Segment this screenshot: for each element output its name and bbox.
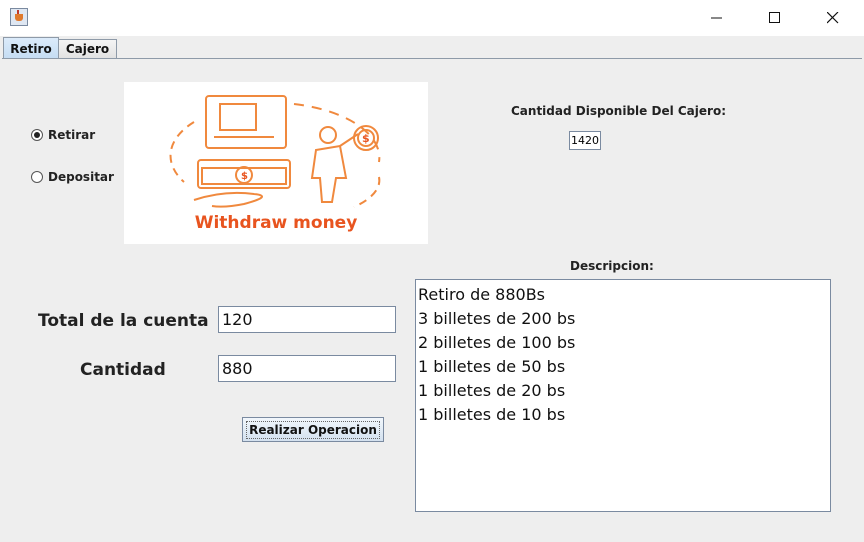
svg-text:$: $ xyxy=(241,171,248,182)
cajero-available-label: Cantidad Disponible Del Cajero: xyxy=(511,104,726,118)
descripcion-label: Descripcion: xyxy=(570,259,654,273)
radio-depositar-indicator xyxy=(31,171,43,183)
cantidad-label: Cantidad xyxy=(80,360,166,380)
tab-cajero[interactable]: Cajero xyxy=(58,39,117,58)
descripcion-line: 1 billetes de 20 bs xyxy=(418,381,566,400)
radio-retirar[interactable]: Retirar xyxy=(31,128,95,142)
descripcion-line: 1 billetes de 50 bs xyxy=(418,357,566,376)
tab-retiro-label: Retiro xyxy=(10,41,52,56)
descripcion-line: Retiro de 880Bs xyxy=(418,285,545,304)
title-bar xyxy=(0,0,864,36)
maximize-icon xyxy=(769,12,780,23)
total-cuenta-label: Total de la cuenta xyxy=(38,311,209,331)
descripcion-line: 3 billetes de 200 bs xyxy=(418,309,576,328)
withdraw-money-image: $ $ Withdraw money xyxy=(124,82,428,244)
descripcion-textarea[interactable]: Retiro de 880Bs 3 billetes de 200 bs 2 b… xyxy=(415,279,831,512)
atm-withdraw-illustration: $ $ Withdraw money xyxy=(169,95,381,233)
tab-cajero-label: Cajero xyxy=(65,42,110,56)
radio-depositar[interactable]: Depositar xyxy=(31,170,114,184)
descripcion-line: 2 billetes de 100 bs xyxy=(418,333,576,352)
descripcion-line: 1 billetes de 10 bs xyxy=(418,405,566,424)
cantidad-field[interactable] xyxy=(218,355,396,382)
radio-depositar-label: Depositar xyxy=(48,170,114,184)
tab-retiro[interactable]: Retiro xyxy=(3,37,59,59)
radio-retirar-indicator xyxy=(31,129,43,141)
total-cuenta-field[interactable] xyxy=(218,306,396,333)
minimize-icon xyxy=(711,17,722,19)
realizar-operacion-label: Realizar Operacion xyxy=(246,420,380,439)
cajero-available-field[interactable]: 1420 xyxy=(569,131,601,150)
close-button[interactable] xyxy=(804,0,862,36)
svg-text:$: $ xyxy=(362,132,370,145)
image-caption: Withdraw money xyxy=(195,213,358,233)
close-icon xyxy=(827,12,839,24)
realizar-operacion-button[interactable]: Realizar Operacion xyxy=(242,417,384,442)
minimize-button[interactable] xyxy=(688,0,746,36)
radio-retirar-label: Retirar xyxy=(48,128,96,142)
java-app-icon xyxy=(10,8,28,26)
tab-strip: Retiro Cajero xyxy=(0,37,864,59)
maximize-button[interactable] xyxy=(746,0,804,36)
